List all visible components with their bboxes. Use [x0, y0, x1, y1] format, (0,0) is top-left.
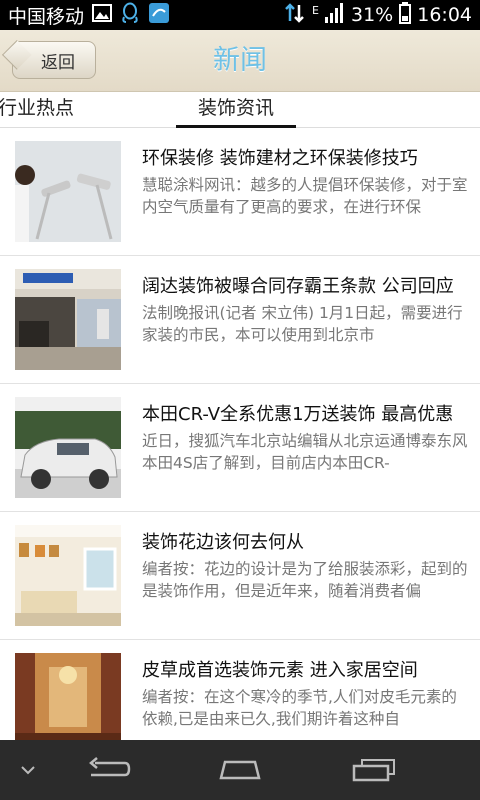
article-thumbnail [15, 141, 121, 242]
carrier-label: 中国移动 [8, 5, 85, 28]
article-summary: 编者按：在这个寒冷的季节,人们对皮毛元素的依赖,已是由来已久,我们期许着这种自 [142, 688, 457, 728]
battery-icon [399, 1, 412, 29]
recent-apps-icon[interactable] [344, 740, 404, 800]
app-notification-icon [148, 2, 170, 29]
article-summary: 编者按：花边的设计是为了给服装添彩，起到的是装饰作用，但是近年来，随着消费者偏 [142, 560, 468, 600]
clock: 16:04 [417, 4, 472, 26]
header: 返回 新闻 [0, 30, 480, 92]
article-title: 本田CR-V全系优惠1万送装饰 最高优惠 [142, 404, 454, 425]
chevron-down-icon[interactable] [8, 740, 48, 800]
article-summary: 法制晚报讯(记者 宋立伟) 1月1日起，需要进行家装的市民，本可以使用到北京市 [142, 304, 463, 344]
back-nav-icon[interactable] [78, 740, 138, 800]
qq-icon [120, 2, 140, 29]
navigation-bar [0, 740, 480, 800]
status-bar: 中国移动 E 31% 16:04 [0, 0, 480, 30]
page-title: 新闻 [213, 45, 267, 76]
article-title: 装饰花边该何去何从 [142, 532, 304, 553]
article-thumbnail [15, 525, 121, 626]
article-title: 阔达装饰被曝合同存霸王条款 公司回应 [142, 276, 454, 297]
list-item[interactable]: 本田CR-V全系优惠1万送装饰 最高优惠 近日，搜狐汽车北京站编辑从北京运通博泰… [0, 384, 480, 512]
article-thumbnail [15, 653, 121, 740]
article-summary: 近日，搜狐汽车北京站编辑从北京运通博泰东风本田4S店了解到，目前店内本田CR- [142, 432, 468, 472]
battery-percent: 31% [351, 4, 394, 26]
list-item[interactable]: 皮草成首选装饰元素 进入家居空间 编者按：在这个寒冷的季节,人们对皮毛元素的依赖… [0, 640, 480, 740]
signal-icon [325, 2, 345, 28]
list-item[interactable]: 装饰花边该何去何从 编者按：花边的设计是为了给服装添彩，起到的是装饰作用，但是近… [0, 512, 480, 640]
tab-bar: 行业热点 装饰资讯 [0, 92, 480, 128]
article-thumbnail [15, 269, 121, 370]
news-list: 环保装修 装饰建材之环保装修技巧 慧聪涂料网讯：越多的人提倡环保装修，对于室内空… [0, 128, 480, 740]
tab-decoration-news[interactable]: 装饰资讯 [176, 92, 296, 128]
network-type-label: E [312, 3, 319, 17]
list-item[interactable]: 阔达装饰被曝合同存霸王条款 公司回应 法制晚报讯(记者 宋立伟) 1月1日起，需… [0, 256, 480, 384]
data-transfer-icon [284, 2, 306, 28]
article-title: 皮草成首选装饰元素 进入家居空间 [142, 660, 418, 681]
article-title: 环保装修 装饰建材之环保装修技巧 [142, 148, 418, 169]
gallery-icon [92, 3, 113, 27]
home-icon[interactable] [210, 740, 270, 800]
tab-industry-hot[interactable]: 行业热点 [0, 92, 74, 128]
article-thumbnail [15, 397, 121, 498]
article-summary: 慧聪涂料网讯：越多的人提倡环保装修，对于室内空气质量有了更高的要求，在进行环保 [142, 176, 468, 216]
list-item[interactable]: 环保装修 装饰建材之环保装修技巧 慧聪涂料网讯：越多的人提倡环保装修，对于室内空… [0, 128, 480, 256]
